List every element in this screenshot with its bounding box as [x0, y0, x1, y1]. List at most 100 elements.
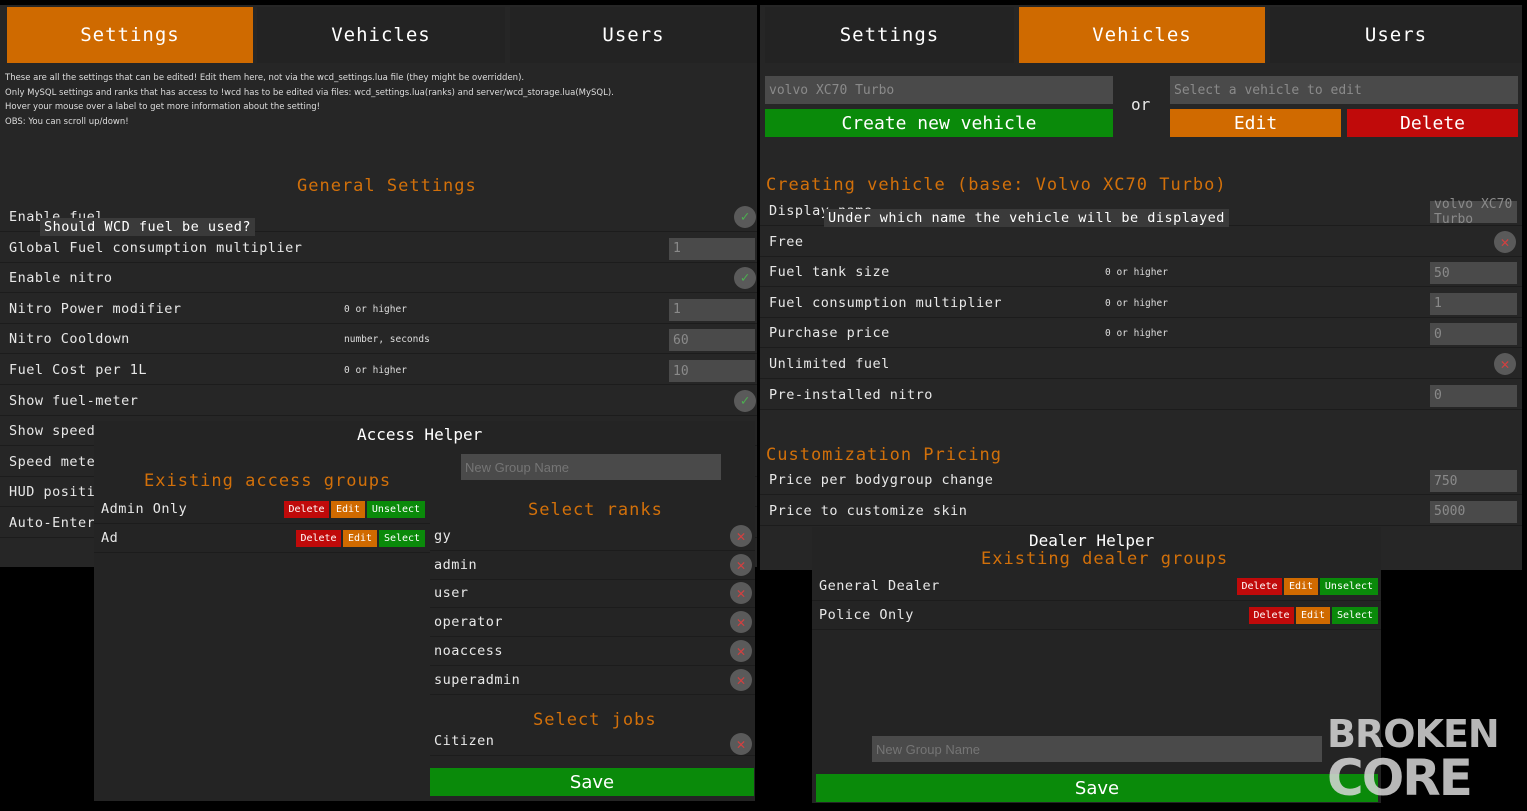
setting-label: Fuel consumption multiplier: [769, 294, 1002, 311]
create-vehicle-button[interactable]: Create new vehicle: [765, 109, 1113, 137]
tab-settings[interactable]: Settings: [765, 7, 1014, 63]
setting-input[interactable]: 0: [1430, 384, 1517, 407]
save-button[interactable]: Save: [816, 774, 1378, 802]
rank-row[interactable]: gy: [430, 522, 755, 551]
setting-label: Show fuel-meter: [9, 392, 139, 409]
setting-label: Price to customize skin: [769, 502, 968, 519]
setting-hint: 0 or higher: [1105, 328, 1168, 340]
tab-settings[interactable]: Settings: [7, 7, 253, 63]
setting-hint: 0 or higher: [1105, 297, 1168, 309]
setting-label: Price per bodygroup change: [769, 472, 994, 488]
setting-label: Pre-installed nitro: [769, 386, 933, 403]
edit-button[interactable]: Edit: [331, 501, 365, 518]
info-line: Only MySQL settings and ranks that has a…: [5, 88, 614, 98]
setting-input[interactable]: 5000: [1430, 500, 1517, 523]
save-button[interactable]: Save: [430, 768, 754, 796]
group-name: General Dealer: [819, 578, 940, 594]
toggle-x-icon[interactable]: ✕: [1494, 230, 1516, 253]
setting-input[interactable]: 60: [669, 329, 755, 352]
toggle-select-button[interactable]: Unselect: [367, 501, 425, 518]
edit-button[interactable]: Edit: [1284, 578, 1318, 595]
setting-row: Price to customize skin: [760, 497, 1522, 526]
setting-row: Enable nitro: [0, 264, 757, 294]
group-name: Admin Only: [101, 501, 188, 517]
delete-button[interactable]: Delete: [1347, 109, 1518, 137]
group-name: Ad: [101, 529, 119, 546]
groups-heading: Existing dealer groups: [981, 549, 1229, 569]
setting-label: Purchase price: [769, 325, 890, 342]
setting-label: Nitro Cooldown: [9, 331, 130, 348]
setting-label: Fuel Cost per 1L: [9, 362, 148, 378]
toggle-select-button[interactable]: Select: [379, 529, 425, 547]
dealer-helper: Dealer Helper Existing dealer groups Gen…: [812, 527, 1381, 803]
dealer-helper-title: Dealer Helper: [1029, 531, 1155, 550]
tab-vehicles[interactable]: Vehicles: [257, 7, 505, 63]
edit-button[interactable]: Edit: [1170, 109, 1341, 137]
groups-heading: Existing access groups: [144, 471, 392, 491]
toggle-select-button[interactable]: Unselect: [1320, 578, 1378, 595]
setting-row: Unlimited fuel: [760, 350, 1522, 379]
setting-label: Show speed: [9, 423, 96, 440]
rank-label: gy: [434, 528, 452, 544]
select-vehicle-dropdown[interactable]: Select a vehicle to edit: [1170, 76, 1518, 104]
setting-input[interactable]: 1: [669, 237, 755, 260]
setting-label: Enable nitro: [9, 270, 113, 287]
toggle-x-icon[interactable]: ✕: [1494, 353, 1516, 375]
setting-input[interactable]: 50: [1430, 262, 1517, 285]
job-row[interactable]: Citizen: [430, 727, 755, 756]
rank-label: operator: [434, 614, 504, 631]
access-helper: Access Helper Existing access groups Adm…: [94, 421, 755, 801]
tooltip: Under which name the vehicle will be dis…: [824, 209, 1229, 227]
checkmark-icon[interactable]: ✓: [734, 389, 756, 412]
edit-button[interactable]: Edit: [343, 529, 377, 547]
setting-row: Free: [760, 228, 1522, 257]
rank-row[interactable]: operator: [430, 608, 755, 638]
setting-label: Unlimited fuel: [769, 356, 890, 372]
rank-label: superadmin: [434, 671, 521, 688]
rank-label: admin: [434, 556, 478, 573]
customization-heading: Customization Pricing: [766, 445, 1002, 465]
setting-row: Pre-installed nitro: [760, 381, 1522, 410]
toggle-x-icon[interactable]: ✕: [730, 668, 752, 691]
delete-button[interactable]: Delete: [1249, 606, 1294, 624]
checkmark-icon[interactable]: ✓: [734, 206, 756, 228]
new-group-input[interactable]: [872, 736, 1322, 762]
tab-users[interactable]: Users: [1270, 7, 1522, 63]
new-group-input[interactable]: [461, 454, 721, 480]
toggle-x-icon[interactable]: ✕: [730, 611, 752, 634]
edit-button[interactable]: Edit: [1296, 606, 1330, 624]
toggle-select-button[interactable]: Select: [1332, 606, 1378, 624]
setting-input[interactable]: 750: [1430, 470, 1517, 492]
setting-label: Fuel tank size: [769, 264, 890, 281]
toggle-x-icon[interactable]: ✕: [730, 525, 752, 547]
toggle-x-icon[interactable]: ✕: [730, 733, 752, 755]
setting-input[interactable]: volvo XC70 Turbo: [1430, 197, 1517, 227]
rank-row[interactable]: superadmin: [430, 666, 755, 695]
setting-label: Speed mete: [9, 453, 96, 470]
broken-core-logo: BROKEN CORE: [1327, 712, 1500, 807]
rank-label: noaccess: [434, 642, 504, 659]
toggle-x-icon[interactable]: ✕: [730, 639, 752, 662]
setting-input[interactable]: 1: [669, 298, 755, 321]
toggle-x-icon[interactable]: ✕: [730, 553, 752, 576]
tab-users[interactable]: Users: [510, 7, 757, 63]
section-heading: Creating vehicle (base: Volvo XC70 Turbo…: [766, 175, 1227, 195]
base-vehicle-input[interactable]: volvo XC70 Turbo: [765, 76, 1113, 104]
setting-hint: number, seconds: [344, 334, 430, 346]
setting-label: HUD positi: [9, 484, 96, 501]
rank-row[interactable]: admin: [430, 551, 755, 580]
or-label: or: [1131, 95, 1151, 114]
delete-button[interactable]: Delete: [1237, 578, 1282, 595]
setting-input[interactable]: 0: [1430, 323, 1517, 346]
section-heading: General Settings: [297, 176, 477, 196]
tab-vehicles[interactable]: Vehicles: [1019, 7, 1265, 63]
setting-input[interactable]: 1: [1430, 292, 1517, 315]
job-label: Citizen: [434, 733, 495, 749]
rank-row[interactable]: user: [430, 579, 755, 609]
tooltip: Should WCD fuel be used?: [40, 218, 256, 236]
rank-row[interactable]: noaccess: [430, 637, 755, 666]
delete-button[interactable]: Delete: [284, 501, 329, 518]
delete-button[interactable]: Delete: [296, 529, 341, 547]
rank-label: user: [434, 585, 469, 602]
setting-input[interactable]: 10: [669, 360, 755, 382]
